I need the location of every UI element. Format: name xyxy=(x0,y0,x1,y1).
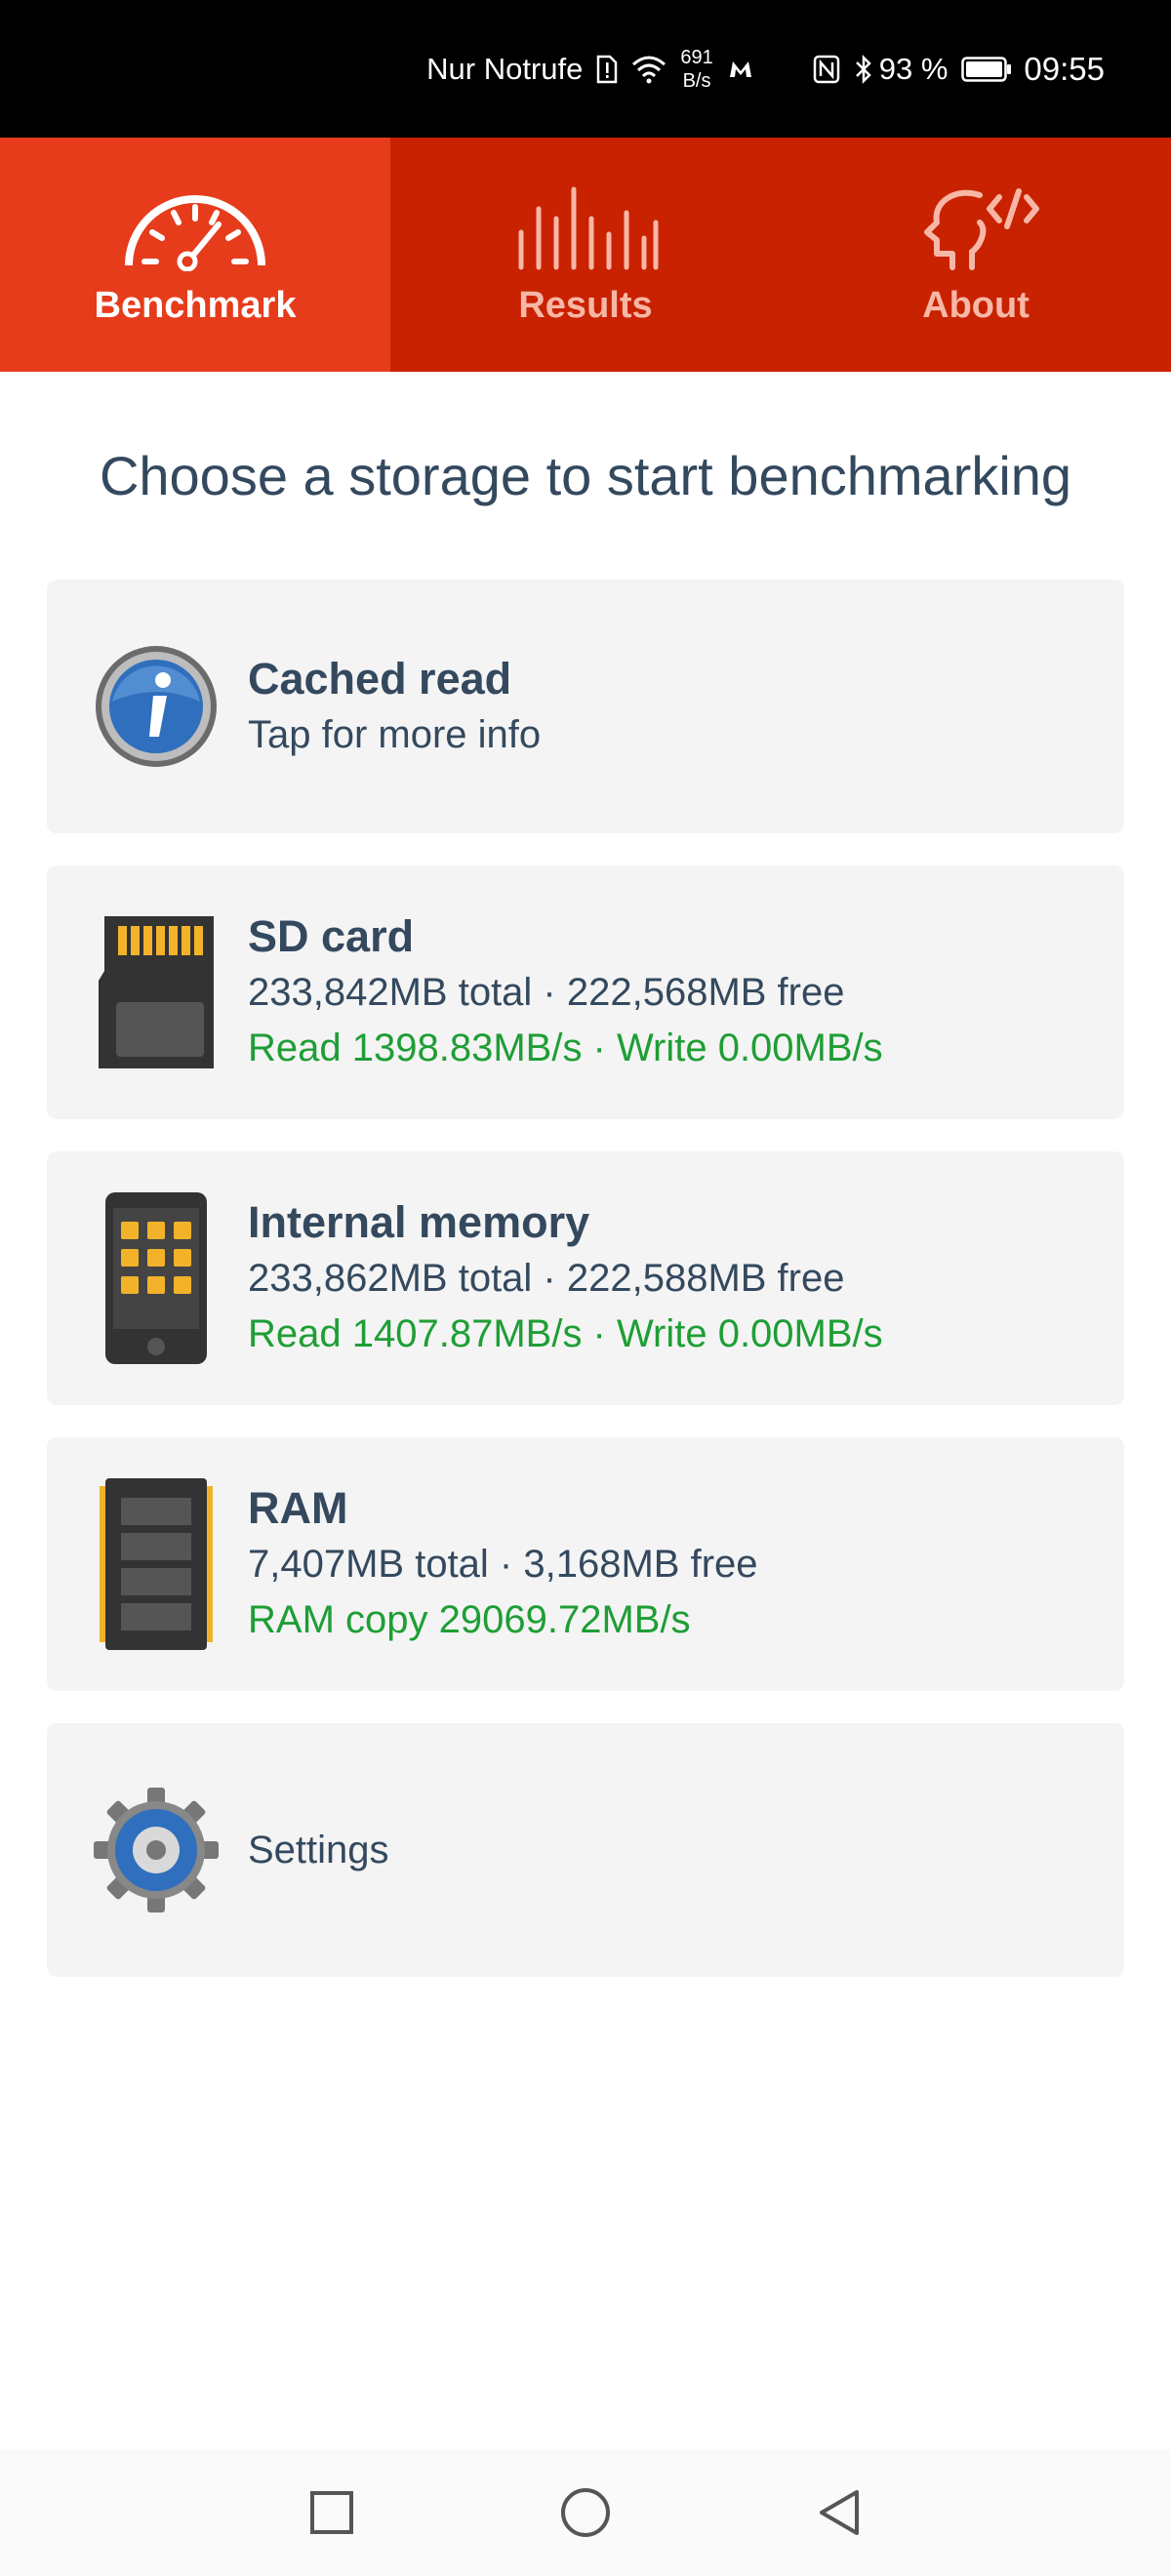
card-sd-card[interactable]: SD card 233,842MB total · 222,568MB free… xyxy=(47,865,1124,1119)
card-ram[interactable]: RAM 7,407MB total · 3,168MB free RAM cop… xyxy=(47,1437,1124,1691)
card-capacity: 233,842MB total · 222,568MB free xyxy=(248,971,845,1014)
nfc-icon xyxy=(813,55,840,84)
storage-list: Cached read Tap for more info SD card 23… xyxy=(47,580,1124,2009)
head-code-icon xyxy=(924,187,1039,270)
triangle-back-icon xyxy=(820,2490,859,2535)
page-heading: Choose a storage to start benchmarking xyxy=(99,445,1072,506)
network-speed: 691 B/s xyxy=(680,46,712,93)
phone-icon xyxy=(88,1190,224,1366)
sd-card-icon xyxy=(88,905,224,1080)
system-nav-bar xyxy=(0,2449,1171,2576)
settings-label: Settings xyxy=(248,1828,389,1872)
card-speed: Read 1398.83MB/s · Write 0.00MB/s xyxy=(248,1026,883,1069)
square-icon xyxy=(310,2491,353,2534)
card-title: SD card xyxy=(248,911,415,961)
battery-percent: 93 % xyxy=(878,51,949,86)
app-notification-icon xyxy=(727,58,754,81)
net-speed-unit: B/s xyxy=(682,69,711,92)
tab-results-label: Results xyxy=(518,284,653,326)
bluetooth-icon xyxy=(854,54,873,85)
card-speed: Read 1407.87MB/s · Write 0.00MB/s xyxy=(248,1312,883,1355)
tab-benchmark-label: Benchmark xyxy=(94,284,297,326)
card-capacity: 233,862MB total · 222,588MB free xyxy=(248,1257,845,1300)
card-subtitle: Tap for more info xyxy=(248,712,542,756)
card-cached-read[interactable]: Cached read Tap for more info xyxy=(47,580,1124,833)
speedometer-icon xyxy=(125,194,265,271)
tab-benchmark[interactable]: Benchmark xyxy=(0,138,390,372)
ram-chip-icon xyxy=(88,1476,224,1652)
tab-about-label: About xyxy=(922,284,1030,326)
card-internal-memory[interactable]: Internal memory 233,862MB total · 222,58… xyxy=(47,1151,1124,1405)
card-title: Cached read xyxy=(248,653,512,704)
tab-about[interactable]: About xyxy=(781,138,1171,372)
wifi-icon xyxy=(631,55,666,84)
tab-bar: Benchmark Results About xyxy=(0,138,1171,372)
tab-results[interactable]: Results xyxy=(390,138,781,372)
card-title: RAM xyxy=(248,1483,348,1533)
card-title: Internal memory xyxy=(248,1197,590,1247)
circle-icon xyxy=(561,2488,610,2537)
home-button[interactable] xyxy=(527,2454,644,2571)
clock: 09:55 xyxy=(1024,50,1105,87)
card-capacity: 7,407MB total · 3,168MB free xyxy=(248,1543,758,1586)
battery-icon xyxy=(961,56,1012,82)
bars-icon xyxy=(518,186,659,269)
card-speed: RAM copy 29069.72MB/s xyxy=(248,1598,691,1641)
sim-alert-icon xyxy=(596,55,618,84)
recents-button[interactable] xyxy=(273,2454,390,2571)
info-icon xyxy=(88,619,224,794)
gear-icon xyxy=(88,1762,224,1938)
status-bar: Nur Notrufe 691 B/s 93 % 09:55 xyxy=(0,0,1171,138)
back-button[interactable] xyxy=(781,2454,898,2571)
carrier-text: Nur Notrufe xyxy=(426,51,584,86)
card-settings[interactable]: Settings xyxy=(47,1723,1124,1977)
net-speed-value: 691 xyxy=(680,46,713,68)
